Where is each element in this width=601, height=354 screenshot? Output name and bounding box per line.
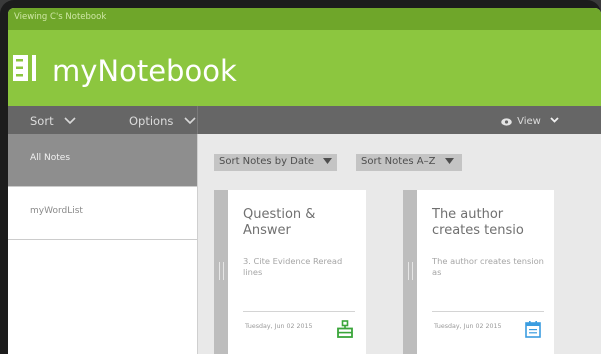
toolbar: Sort Options View (8, 106, 601, 134)
note-divider (432, 311, 544, 312)
note-card[interactable]: The author creates tensio The author cre… (403, 190, 554, 354)
options-label: Options (129, 114, 174, 128)
drag-handle-icon[interactable] (408, 262, 413, 280)
sort-a-z-dropdown[interactable]: Sort Notes A–Z (356, 154, 462, 171)
options-menu-button[interactable]: Options (129, 114, 196, 128)
sidebar-item-mywordlist[interactable]: myWordList (8, 187, 197, 240)
view-menu-button[interactable]: View (501, 115, 559, 129)
app-brand: myNotebook (52, 54, 237, 88)
caret-down-icon (444, 156, 454, 167)
green-note-type-icon (337, 320, 353, 338)
view-label: View (517, 116, 541, 127)
chevron-down-icon (184, 117, 196, 124)
note-title: The author creates tensio (432, 207, 524, 238)
note-card[interactable]: Question & Answer 3. Cite Evidence Rerea… (214, 190, 366, 354)
caret-down-icon (323, 156, 333, 167)
sort-label: Sort (30, 114, 54, 128)
sidebar-item-label: All Notes (30, 153, 71, 163)
sort-by-date-dropdown[interactable]: Sort Notes by Date (214, 154, 337, 171)
toolbar-divider (197, 106, 198, 134)
sidebar: All Notes myWordList (8, 134, 198, 354)
note-date: Tuesday, Jun 02 2015 (245, 323, 313, 330)
sidebar-item-label: myWordList (30, 206, 83, 216)
note-snippet: The author creates tension as (432, 256, 544, 277)
note-divider (243, 311, 355, 312)
notes-area: Sort Notes by Date Sort Notes A–Z Questi… (198, 134, 601, 354)
sidebar-item-all-notes[interactable]: All Notes (8, 134, 197, 187)
chevron-down-icon (550, 115, 559, 126)
eye-icon (501, 118, 512, 129)
app-header: myNotebook (8, 30, 601, 106)
note-snippet: 3. Cite Evidence Reread lines (243, 256, 343, 277)
window-titlebar: Viewing C's Notebook (8, 8, 601, 30)
chevron-down-icon (64, 117, 76, 124)
note-title: Question & Answer (243, 207, 316, 238)
sort-by-date-label: Sort Notes by Date (219, 156, 315, 167)
note-date: Tuesday, Jun 02 2015 (434, 323, 502, 330)
notebook-icon (13, 55, 36, 81)
device-frame: Viewing C's Notebook myNotebook Sort Opt… (0, 0, 601, 354)
calendar-icon (525, 321, 541, 338)
drag-handle-icon[interactable] (219, 262, 224, 280)
sort-menu-button[interactable]: Sort (30, 114, 76, 128)
app-screen: Viewing C's Notebook myNotebook Sort Opt… (8, 8, 601, 354)
sort-a-z-label: Sort Notes A–Z (361, 156, 436, 167)
window-title: Viewing C's Notebook (14, 12, 107, 22)
